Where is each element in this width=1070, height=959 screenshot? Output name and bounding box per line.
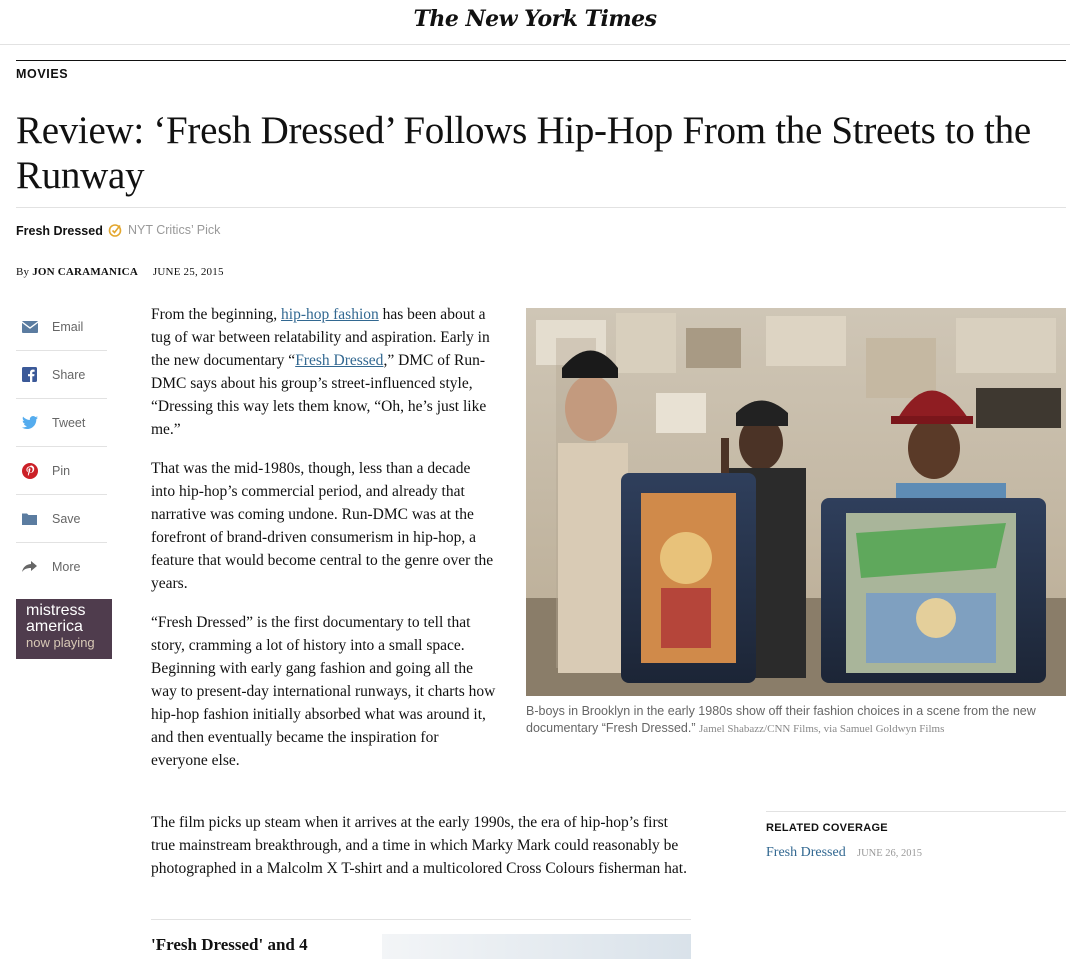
save-label: Save xyxy=(52,511,81,526)
film-title-label[interactable]: Fresh Dressed xyxy=(16,224,103,238)
photo-credit: Jamel Shabazz/CNN Films, via Samuel Gold… xyxy=(699,723,945,735)
share-email-label: Email xyxy=(52,319,84,334)
more-label: More xyxy=(52,559,81,574)
byline-by: By xyxy=(16,266,30,278)
facebook-icon xyxy=(21,366,38,383)
share-facebook-button[interactable]: Share xyxy=(16,351,107,399)
related-coverage-date: JUNE 26, 2015 xyxy=(857,848,923,859)
critics-pick-label: NYT Critics’ Pick xyxy=(128,223,221,237)
p1-pre: From the beginning, xyxy=(151,306,282,323)
nyt-logo[interactable]: The New York Times xyxy=(0,6,1070,32)
byline-author[interactable]: JON CARAMANICA xyxy=(32,266,138,278)
teaser-divider xyxy=(151,919,691,920)
article-photo[interactable] xyxy=(526,308,1066,696)
share-pinterest-label: Pin xyxy=(52,463,71,478)
paragraph-1: From the beginning, hip-hop fashion has … xyxy=(151,303,496,441)
related-coverage-link[interactable]: Fresh Dressed xyxy=(766,845,846,861)
save-button[interactable]: Save xyxy=(16,495,107,543)
related-coverage-label: RELATED COVERAGE xyxy=(766,822,888,834)
share-facebook-label: Share xyxy=(52,367,86,382)
masthead: The New York Times xyxy=(0,0,1070,45)
byline: By JON CARAMANICA JUNE 25, 2015 xyxy=(16,266,224,278)
promo-line3: now playing xyxy=(26,635,95,650)
promo-line1: mistress xyxy=(26,602,86,619)
critics-pick: NYT Critics’ Pick xyxy=(108,223,220,237)
email-icon xyxy=(21,318,38,335)
pinterest-icon xyxy=(21,462,38,479)
related-divider xyxy=(766,811,1066,812)
more-share-button[interactable]: More xyxy=(16,543,107,590)
paragraph-4: The film picks up steam when it arrives … xyxy=(151,811,691,880)
byline-date: JUNE 25, 2015 xyxy=(152,266,224,278)
headline-divider xyxy=(16,207,1066,208)
section-rule xyxy=(16,60,1066,61)
article-body: From the beginning, hip-hop fashion has … xyxy=(151,303,496,788)
twitter-icon xyxy=(21,414,38,431)
section-label[interactable]: MOVIES xyxy=(16,67,68,81)
paragraph-2: That was the mid-1980s, though, less tha… xyxy=(151,460,494,592)
share-tools: Email Share Tweet Pin Save More xyxy=(16,303,107,590)
hip-hop-fashion-link[interactable]: hip-hop fashion xyxy=(281,306,379,323)
share-email-button[interactable]: Email xyxy=(16,303,107,351)
photo-caption: B-boys in Brooklyn in the early 1980s sh… xyxy=(526,703,1066,738)
paragraph-4-text: The film picks up steam when it arrives … xyxy=(151,814,687,877)
share-twitter-button[interactable]: Tweet xyxy=(16,399,107,447)
save-icon xyxy=(21,510,38,527)
paragraph-3: “Fresh Dressed” is the first documentary… xyxy=(151,614,496,769)
photo-illustration xyxy=(526,308,1066,696)
share-pinterest-button[interactable]: Pin xyxy=(16,447,107,495)
fresh-dressed-link[interactable]: Fresh Dressed xyxy=(295,352,383,369)
teaser-title[interactable]: 'Fresh Dressed' and 4 xyxy=(151,934,351,955)
promo-ad[interactable]: mistress america now playing xyxy=(16,599,112,659)
article-headline: Review: ‘Fresh Dressed’ Follows Hip-Hop … xyxy=(16,109,1031,197)
share-twitter-label: Tweet xyxy=(52,415,86,430)
teaser-image[interactable] xyxy=(382,934,691,959)
promo-line2: america xyxy=(26,618,83,635)
critics-pick-icon xyxy=(108,224,122,237)
share-arrow-icon xyxy=(21,558,38,575)
